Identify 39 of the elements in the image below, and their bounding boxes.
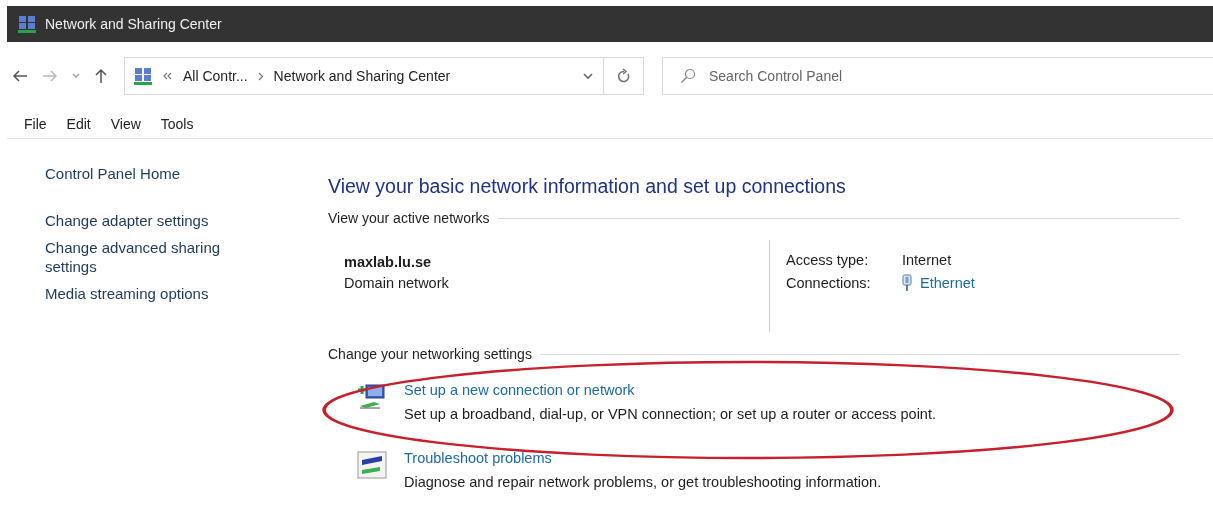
field-label: Connections: bbox=[786, 275, 872, 291]
menu-item[interactable]: Edit bbox=[66, 116, 91, 132]
refresh-icon[interactable] bbox=[616, 68, 631, 84]
breadcrumb[interactable]: All Contr... bbox=[183, 68, 248, 84]
section-title: View your active networks bbox=[328, 210, 490, 226]
ethernet-plug-icon bbox=[902, 274, 912, 292]
menu-item[interactable]: View bbox=[110, 116, 141, 132]
up-arrow-icon[interactable] bbox=[94, 68, 108, 84]
sidebar-link[interactable]: Media streaming options bbox=[45, 284, 265, 303]
page-heading: View your basic network information and set up connections bbox=[328, 175, 847, 198]
field-label: Access type: bbox=[786, 252, 870, 268]
double-chevron-icon[interactable] bbox=[163, 72, 173, 80]
sidebar-link[interactable]: Change adapter settings bbox=[45, 211, 265, 230]
search-field[interactable]: Search Control Panel bbox=[662, 57, 1213, 95]
chevron-right-icon bbox=[257, 71, 264, 81]
sidebar-link[interactable]: Change advanced sharing settings bbox=[45, 238, 265, 276]
network-category: Domain network bbox=[344, 275, 450, 291]
field-value: Internet bbox=[902, 252, 952, 268]
sidebar-link[interactable]: Control Panel Home bbox=[45, 164, 265, 183]
network-icon bbox=[17, 14, 37, 34]
menu-item[interactable]: Tools bbox=[160, 116, 194, 132]
breadcrumb[interactable]: Network and Sharing Center bbox=[273, 68, 451, 84]
back-arrow-icon[interactable] bbox=[12, 69, 28, 83]
network-icon bbox=[133, 66, 153, 86]
network-name: maxlab.lu.se bbox=[344, 254, 433, 270]
task-description: Set up a broadband, dial-up, or VPN connection; or set up a router or access point. bbox=[404, 406, 936, 422]
chevron-down-icon[interactable] bbox=[72, 73, 80, 79]
menu-item[interactable]: File bbox=[24, 116, 47, 132]
task-link[interactable]: Set up a new connection or network bbox=[404, 382, 936, 398]
network-setup-icon bbox=[356, 382, 388, 412]
task-description: Diagnose and repair network problems, or get troubleshooting information. bbox=[404, 474, 882, 490]
ethernet-link[interactable]: Ethernet bbox=[920, 275, 975, 291]
address-bar[interactable]: All Contr... Network and Sharing Center bbox=[124, 57, 604, 95]
search-icon bbox=[680, 68, 696, 84]
task-link[interactable]: Troubleshoot problems bbox=[404, 450, 882, 466]
troubleshoot-icon bbox=[356, 450, 388, 480]
window-title: Network and Sharing Center bbox=[45, 16, 222, 32]
section-title: Change your networking settings bbox=[328, 346, 532, 362]
chevron-down-icon[interactable] bbox=[583, 72, 593, 80]
